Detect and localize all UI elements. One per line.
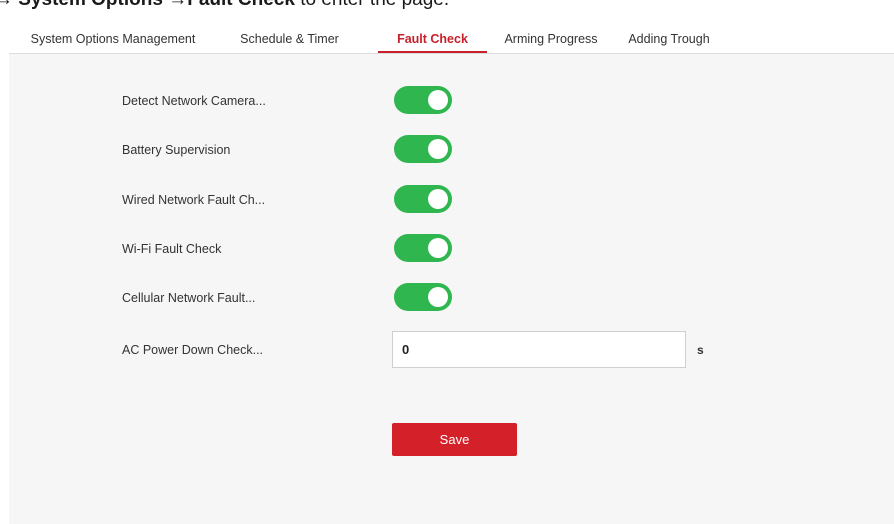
caption-arrow-icon: → — [0, 0, 13, 10]
save-button[interactable]: Save — [392, 423, 517, 456]
seconds-unit-label: s — [697, 343, 704, 357]
cellular-network-fault-label: Cellular Network Fault... — [122, 291, 256, 305]
detect-network-camera-label: Detect Network Camera... — [122, 94, 266, 108]
battery-supervision-label: Battery Supervision — [122, 143, 231, 157]
caption-submenu: Fault Check — [187, 0, 295, 10]
toggle-knob — [428, 90, 448, 110]
wifi-fault-check-toggle[interactable] — [394, 234, 452, 262]
document-caption: → System Options →Fault Check to enter t… — [0, 0, 894, 13]
toggle-knob — [428, 139, 448, 159]
wired-network-fault-label: Wired Network Fault Ch... — [122, 193, 266, 207]
tab-fault-check[interactable]: Fault Check — [378, 13, 487, 53]
battery-supervision-toggle[interactable] — [394, 135, 452, 163]
detect-network-camera-toggle[interactable] — [394, 86, 452, 114]
tab-bar: System Options Management Schedule & Tim… — [9, 13, 894, 54]
toggle-knob — [428, 238, 448, 258]
wired-network-fault-toggle[interactable] — [394, 185, 452, 213]
fault-check-page: System Options Management Schedule & Tim… — [9, 13, 894, 524]
tab-adding-trough[interactable]: Adding Trough — [620, 13, 718, 52]
toggle-knob — [428, 287, 448, 307]
wifi-fault-check-label: Wi-Fi Fault Check — [122, 242, 222, 256]
ac-power-down-check-label: AC Power Down Check... — [122, 343, 264, 357]
tab-system-options-management[interactable]: System Options Management — [15, 13, 211, 52]
caption-arrow-icon-2: → — [168, 0, 187, 10]
cellular-network-fault-toggle[interactable] — [394, 283, 452, 311]
toggle-knob — [428, 189, 448, 209]
ac-power-down-check-input[interactable] — [392, 331, 686, 368]
tab-arming-progress[interactable]: Arming Progress — [500, 13, 602, 52]
caption-menu: System Options — [18, 0, 163, 10]
caption-suffix: to enter the page. — [300, 0, 449, 10]
tab-schedule-timer[interactable]: Schedule & Timer — [230, 13, 349, 52]
